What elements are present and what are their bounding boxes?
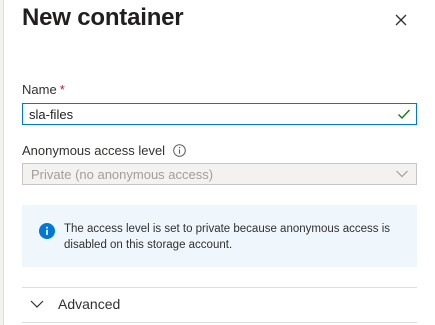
close-icon	[395, 14, 407, 26]
checkmark-icon	[398, 109, 411, 120]
advanced-label: Advanced	[58, 296, 121, 312]
close-button[interactable]	[392, 11, 410, 29]
name-label-text: Name	[22, 82, 57, 97]
name-input[interactable]	[23, 104, 383, 124]
panel-title: New container	[22, 4, 184, 31]
access-level-value: Private (no anonymous access)	[31, 167, 214, 182]
new-container-panel: New container Name* Anonymous access lev…	[0, 0, 435, 325]
name-field[interactable]	[22, 103, 417, 125]
name-label: Name *	[22, 82, 65, 97]
info-message-box: The access level is set to private becau…	[22, 205, 417, 267]
required-marker: *	[59, 82, 65, 97]
chevron-down-icon	[396, 170, 408, 178]
info-message-text: The access level is set to private becau…	[64, 223, 390, 251]
advanced-section-toggle[interactable]: Advanced	[30, 296, 120, 312]
access-level-label-text: Anonymous access level	[22, 143, 166, 158]
section-divider	[22, 287, 417, 288]
chevron-down-icon	[30, 300, 44, 308]
info-icon	[39, 223, 55, 239]
info-tooltip-icon[interactable]	[173, 144, 186, 157]
access-level-label: Anonymous access level	[22, 143, 186, 158]
access-level-dropdown[interactable]: Private (no anonymous access)	[22, 163, 417, 185]
panel-edge	[0, 0, 4, 325]
section-divider	[22, 322, 417, 323]
